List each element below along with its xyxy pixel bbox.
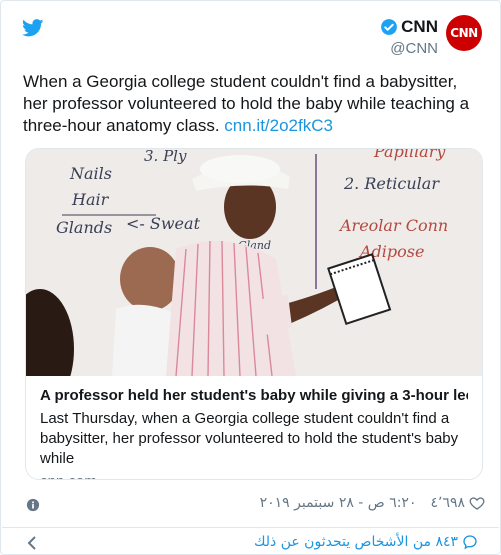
- link-card[interactable]: Nails Hair Glands <- Sweat 3. Ply Gland …: [25, 148, 483, 480]
- author-handle[interactable]: @CNN: [380, 40, 438, 57]
- tweet-text: When a Georgia college student couldn't …: [23, 71, 485, 137]
- embedded-tweet: CNN @CNN CNN When a Georgia college stud…: [0, 0, 501, 555]
- heart-icon[interactable]: [469, 495, 485, 511]
- board-text-sweat: <- Sweat: [126, 214, 201, 233]
- board-text-papillary: Papillary: [373, 149, 446, 161]
- comment-bubble-icon: [463, 535, 477, 550]
- author-block[interactable]: CNN @CNN CNN: [380, 15, 482, 57]
- card-body: A professor held her student's baby whil…: [26, 376, 482, 479]
- author-display-name[interactable]: CNN: [401, 17, 438, 37]
- verified-badge-icon: [381, 19, 398, 35]
- tweet-link[interactable]: cnn.it/2o2fkC3: [224, 116, 333, 135]
- like-count[interactable]: ٤٬٦٩٨: [430, 495, 465, 511]
- card-description: Last Thursday, when a Georgia college st…: [40, 410, 459, 467]
- tweet-meta-row: ٤٬٦٩٨ ٦:٢٠ ص - ٢٨ سبتمبر ٢٠١٩: [23, 493, 485, 513]
- board-text-reticular: 2. Reticular: [343, 174, 440, 193]
- author-names: CNN @CNN: [380, 15, 438, 57]
- name-row: CNN: [380, 17, 438, 37]
- board-text-glands: Glands: [56, 218, 112, 237]
- avatar-logo-text: CNN: [450, 26, 478, 40]
- chevron-left-icon[interactable]: [27, 536, 37, 550]
- card-domain: cnn.com: [40, 472, 468, 479]
- card-title[interactable]: A professor held her student's baby whil…: [40, 386, 468, 406]
- tweet-timestamp[interactable]: ٦:٢٠ ص - ٢٨ سبتمبر ٢٠١٩: [260, 495, 417, 511]
- twitter-bird-icon[interactable]: [22, 19, 44, 37]
- conversation-link[interactable]: ٨٤٣ من الأشخاص يتحدثون عن ذلك: [254, 534, 478, 550]
- people-talking-text: ٨٤٣ من الأشخاص يتحدثون عن ذلك: [253, 534, 458, 550]
- board-text-ply: 3. Ply: [144, 149, 187, 165]
- tweet-footer: ٨٤٣ من الأشخاص يتحدثون عن ذلك: [1, 528, 501, 555]
- board-text-hair: Hair: [71, 190, 110, 209]
- card-image[interactable]: Nails Hair Glands <- Sweat 3. Ply Gland …: [26, 149, 483, 376]
- avatar[interactable]: CNN: [446, 15, 482, 51]
- board-text-nails: Nails: [69, 164, 112, 183]
- board-text-areolar: Areolar Conn: [338, 216, 448, 235]
